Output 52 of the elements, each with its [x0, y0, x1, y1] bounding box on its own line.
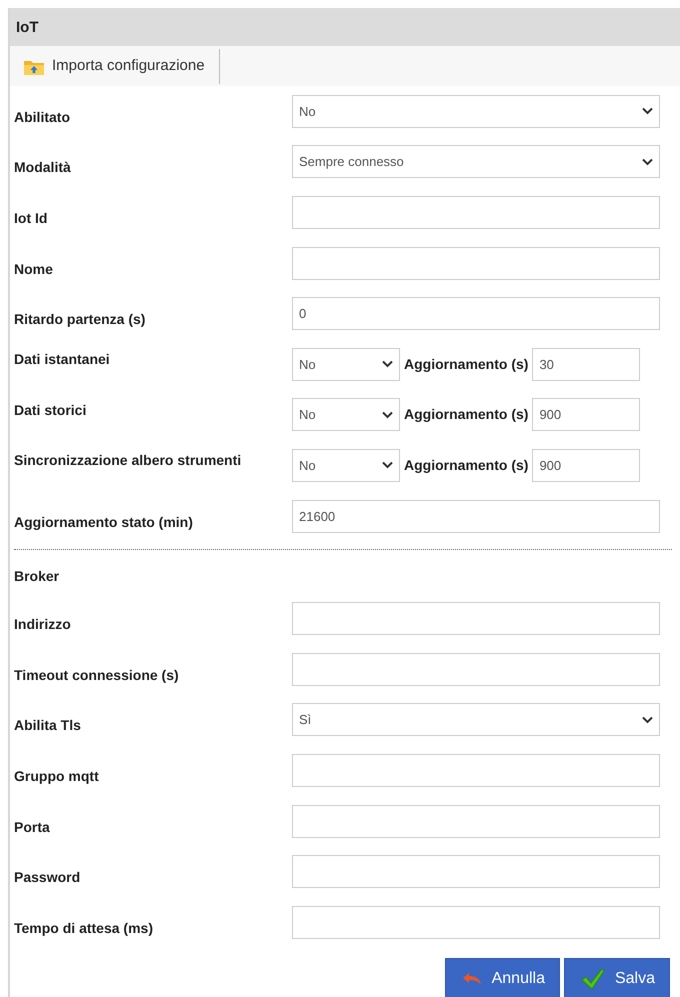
field-label: Dati storici	[14, 400, 88, 420]
chevron-icon	[382, 461, 393, 470]
input-field[interactable]	[292, 246, 660, 280]
save-button[interactable]: Salva	[564, 958, 670, 997]
input-field[interactable]: 30	[532, 348, 640, 381]
cancel-button[interactable]: Annulla	[444, 958, 560, 997]
field-label: Nome	[14, 260, 54, 279]
field-label: Sincronizzazione albero strumenti	[14, 451, 242, 470]
field-label: Timeout connessione (s)	[14, 666, 180, 685]
input-field[interactable]	[292, 602, 660, 636]
select-field[interactable]: No	[292, 448, 400, 482]
chevron-icon	[642, 716, 653, 724]
input-field[interactable]	[292, 804, 660, 838]
import-button[interactable]: Importa configurazione	[10, 49, 220, 84]
field-label: Modalità	[14, 158, 72, 178]
select-field[interactable]: No	[292, 348, 400, 381]
input-field[interactable]: 900	[532, 448, 640, 482]
input-field[interactable]: 21600	[292, 500, 660, 533]
field-label: Aggiornamento (s)	[404, 405, 528, 424]
input-field[interactable]	[292, 906, 660, 939]
section-heading: Broker	[13, 567, 60, 586]
select-field[interactable]: No	[292, 398, 400, 432]
chevron-icon	[642, 107, 653, 116]
chevron-icon	[382, 410, 393, 419]
input-field[interactable]	[292, 196, 660, 229]
field-label: Ritardo partenza (s)	[14, 310, 146, 330]
select-field[interactable]: Sì	[292, 703, 660, 736]
input-field[interactable]: 900	[532, 398, 640, 432]
folder-upload-icon	[24, 58, 44, 74]
input-field[interactable]	[292, 652, 660, 686]
field-label: Abilita Tls	[14, 716, 82, 736]
field-label: Abilitato	[14, 108, 71, 127]
select-field[interactable]: No	[292, 94, 660, 128]
field-label: Aggiornamento stato (min)	[14, 512, 194, 532]
field-label: Aggiornamento (s)	[404, 456, 528, 475]
select-field[interactable]: Sempre connesso	[292, 145, 660, 178]
input-field[interactable]	[292, 855, 660, 888]
input-field[interactable]: 0	[292, 297, 660, 330]
chevron-icon	[382, 360, 393, 368]
undo-arrow-icon	[462, 972, 482, 986]
panel-title: IoT	[10, 8, 680, 46]
field-label: Porta	[14, 818, 51, 837]
checkmark-icon	[580, 968, 605, 990]
field-label: Iot Id	[14, 208, 48, 228]
input-field[interactable]	[292, 754, 660, 787]
field-label: Dati istantanei	[14, 350, 111, 369]
field-label: Aggiornamento (s)	[404, 354, 528, 374]
field-label: Gruppo mqtt	[14, 766, 100, 786]
field-label: Tempo di attesa (ms)	[14, 918, 154, 938]
field-label: Password	[14, 868, 82, 888]
chevron-icon	[642, 158, 653, 166]
field-label: Indirizzo	[14, 615, 72, 634]
